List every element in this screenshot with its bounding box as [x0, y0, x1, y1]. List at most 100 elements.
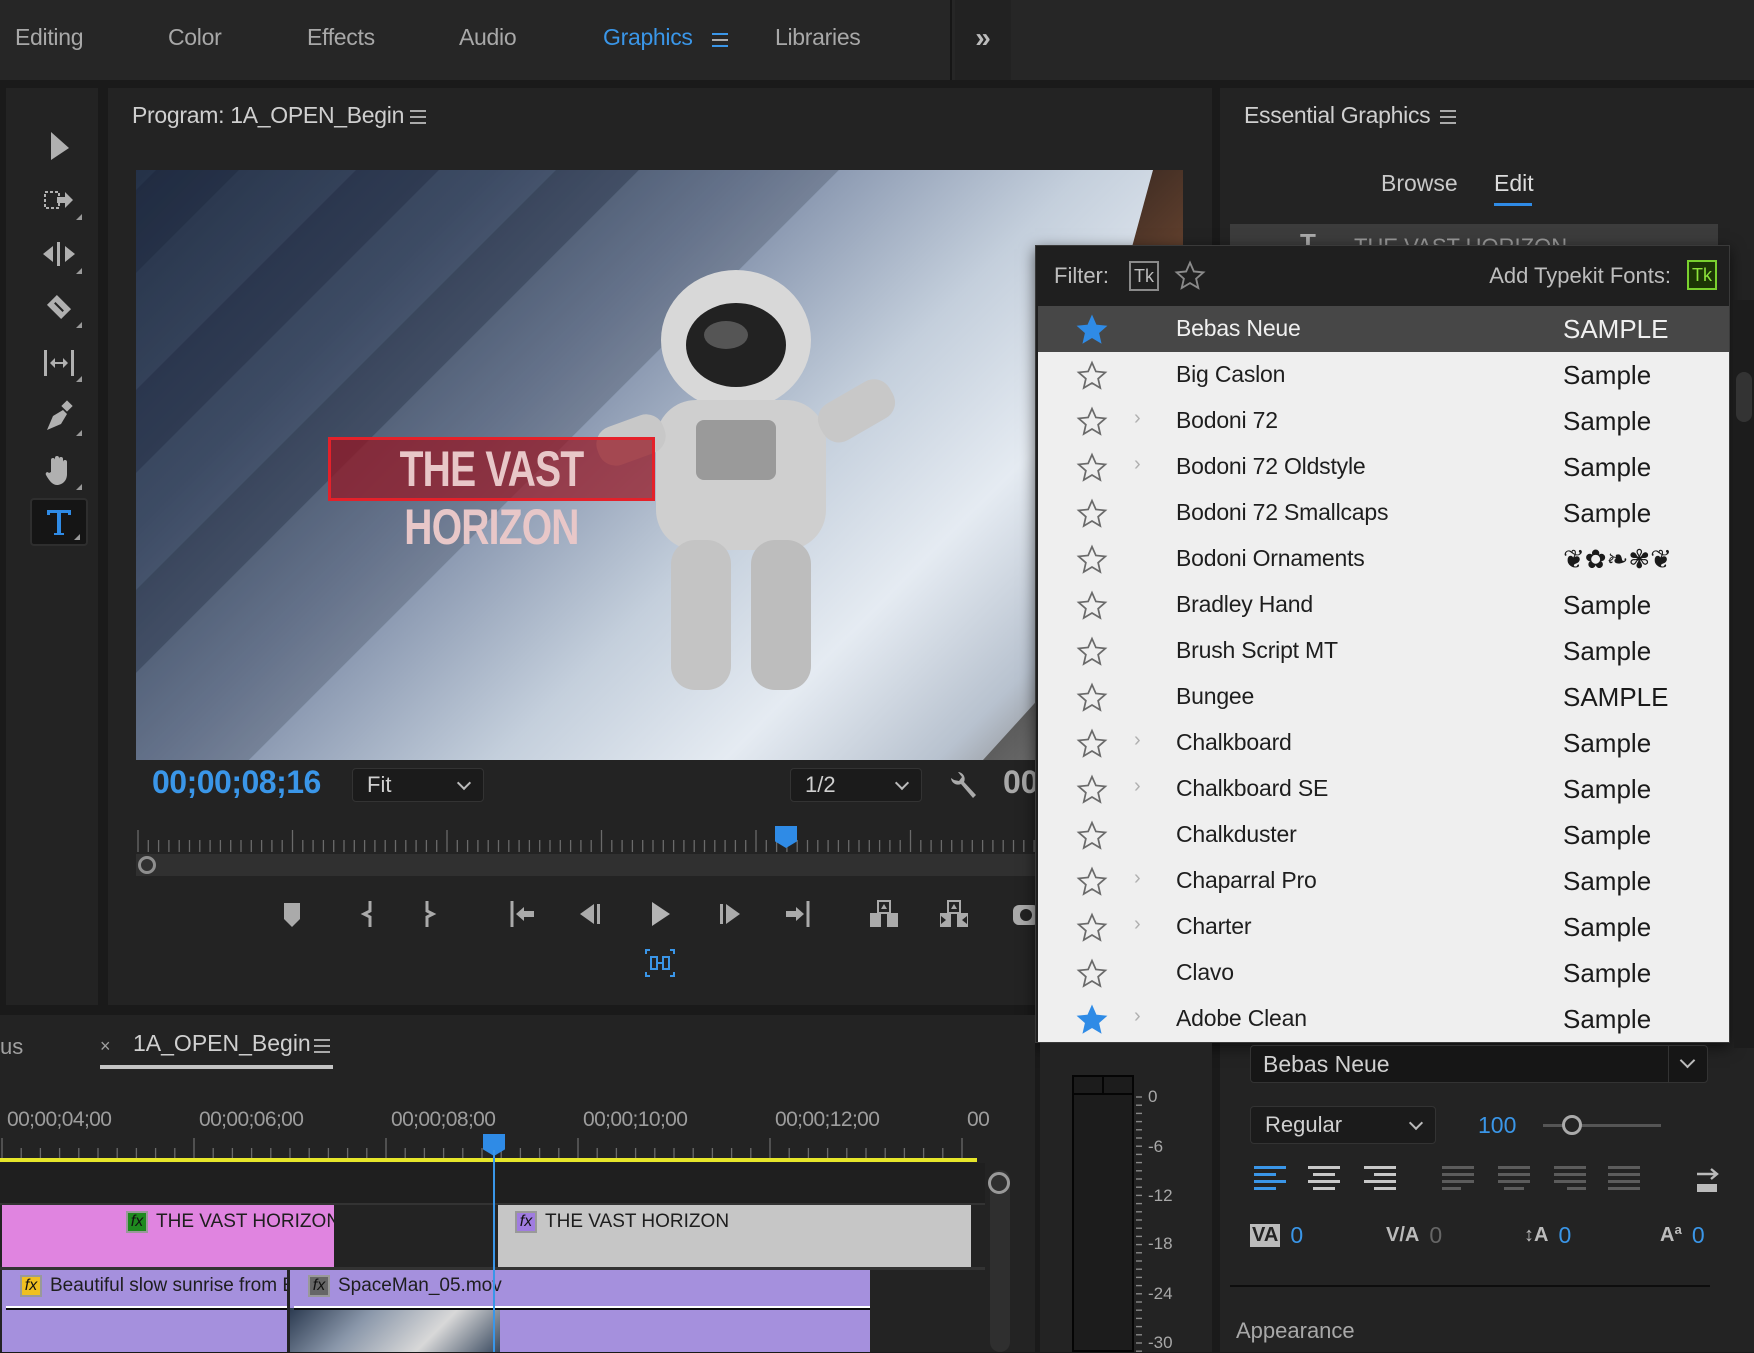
- font-style-select[interactable]: Regular: [1250, 1106, 1436, 1144]
- timeline-clip[interactable]: fx THE VAST HORIZON: [498, 1205, 971, 1267]
- monitor-zoom-scrollbar[interactable]: [136, 854, 1036, 876]
- font-list-item[interactable]: Bebas Neue SAMPLE: [1038, 306, 1729, 352]
- workspace-tab-editing[interactable]: Editing: [15, 24, 84, 51]
- workspace-tab-libraries[interactable]: Libraries: [775, 24, 861, 51]
- baseline-shift-field[interactable]: Aª 0: [1660, 1222, 1705, 1249]
- type-tool[interactable]: [30, 498, 88, 546]
- tracking-field[interactable]: V/A 0: [1386, 1222, 1442, 1249]
- wrench-icon[interactable]: [945, 770, 979, 804]
- program-menu-icon[interactable]: [410, 110, 426, 124]
- font-list-item[interactable]: Brush Script MT Sample: [1038, 628, 1729, 674]
- font-list-item[interactable]: › Bodoni 72 Sample: [1038, 398, 1729, 444]
- graphics-menu-icon[interactable]: [712, 33, 728, 47]
- hand-tool[interactable]: [30, 446, 88, 494]
- font-list-item[interactable]: › Chalkboard Sample: [1038, 720, 1729, 766]
- expand-chevron-icon[interactable]: ›: [1134, 913, 1141, 936]
- scrollbar-handle[interactable]: [988, 1172, 1010, 1194]
- slip-tool[interactable]: [30, 338, 88, 386]
- kerning-field[interactable]: VA 0: [1250, 1222, 1303, 1249]
- workspace-tab-audio[interactable]: Audio: [459, 24, 517, 51]
- font-family-select[interactable]: Bebas Neue: [1250, 1045, 1708, 1083]
- favorite-star-icon[interactable]: [1076, 590, 1108, 622]
- timeline-clip[interactable]: fx Beautiful slow sunrise from E: [2, 1270, 287, 1352]
- mark-out-button[interactable]: [410, 896, 450, 932]
- chevron-down-icon[interactable]: [1668, 1045, 1708, 1083]
- font-size-value[interactable]: 100: [1478, 1112, 1516, 1139]
- opacity-line[interactable]: [294, 1306, 870, 1310]
- work-area-bar[interactable]: [0, 1158, 977, 1162]
- font-list-item[interactable]: › Chalkboard SE Sample: [1038, 766, 1729, 812]
- expand-chevron-icon[interactable]: ›: [1134, 453, 1141, 476]
- tab-ruler-icon[interactable]: [1695, 1166, 1721, 1196]
- leading-field[interactable]: ↕A 0: [1524, 1222, 1571, 1249]
- justify-left-button[interactable]: [1442, 1166, 1474, 1194]
- opacity-line[interactable]: [6, 1306, 287, 1310]
- program-video-frame[interactable]: THE VAST HORIZON: [136, 170, 1183, 760]
- go-to-in-button[interactable]: [502, 896, 542, 932]
- playback-resolution-select[interactable]: 1/2: [790, 768, 922, 802]
- play-button[interactable]: [640, 896, 680, 932]
- timeline-vertical-scrollbar[interactable]: [990, 1170, 1010, 1352]
- favorite-star-icon[interactable]: [1076, 774, 1108, 806]
- font-size-slider[interactable]: [1543, 1124, 1661, 1127]
- expand-chevron-icon[interactable]: ›: [1134, 407, 1141, 430]
- font-list-item[interactable]: › Adobe Clean Sample: [1038, 996, 1729, 1042]
- justify-right-button[interactable]: [1554, 1166, 1586, 1194]
- pen-tool[interactable]: [30, 392, 88, 440]
- font-list-item[interactable]: Bungee SAMPLE: [1038, 674, 1729, 720]
- favorite-star-icon[interactable]: [1076, 544, 1108, 576]
- filter-favorites-star-icon[interactable]: [1174, 260, 1206, 292]
- font-list-item[interactable]: Clavo Sample: [1038, 950, 1729, 996]
- align-right-button[interactable]: [1364, 1166, 1396, 1194]
- playhead-timecode[interactable]: 00;00;08;16: [152, 764, 321, 801]
- razor-tool[interactable]: [30, 284, 88, 332]
- justify-all-button[interactable]: [1608, 1166, 1640, 1194]
- tab-edit[interactable]: Edit: [1494, 170, 1534, 197]
- workspace-tab-color[interactable]: Color: [168, 24, 222, 51]
- favorite-star-icon[interactable]: [1076, 406, 1108, 438]
- favorite-star-icon[interactable]: [1076, 728, 1108, 760]
- font-list-scroll-thumb[interactable]: [1736, 372, 1752, 422]
- favorite-star-icon[interactable]: [1076, 912, 1108, 944]
- add-marker-button[interactable]: [272, 896, 312, 932]
- more-workspaces-icon[interactable]: »: [955, 0, 1011, 80]
- favorite-star-icon[interactable]: [1076, 866, 1108, 898]
- tab-browse[interactable]: Browse: [1381, 170, 1458, 197]
- timeline-menu-icon[interactable]: [314, 1039, 330, 1053]
- expand-chevron-icon[interactable]: ›: [1134, 775, 1141, 798]
- timeline-tab-active[interactable]: 1A_OPEN_Begin: [133, 1030, 311, 1057]
- timeline-playhead-line[interactable]: [493, 1150, 495, 1352]
- font-list-item[interactable]: Chalkduster Sample: [1038, 812, 1729, 858]
- selection-tool[interactable]: [30, 122, 88, 170]
- insert-button[interactable]: [864, 896, 904, 932]
- workspace-tab-graphics[interactable]: Graphics: [603, 24, 693, 51]
- safe-margins-button[interactable]: [640, 945, 680, 981]
- overwrite-button[interactable]: [934, 896, 974, 932]
- ripple-edit-tool[interactable]: [30, 230, 88, 278]
- justify-center-button[interactable]: [1498, 1166, 1530, 1194]
- favorite-star-icon[interactable]: [1076, 498, 1108, 530]
- favorite-star-icon[interactable]: [1076, 636, 1108, 668]
- timeline-clip[interactable]: fx THE VAST HORIZON: [2, 1205, 334, 1267]
- favorite-star-icon[interactable]: [1076, 820, 1108, 852]
- go-to-out-button[interactable]: [778, 896, 818, 932]
- monitor-time-ruler[interactable]: [136, 826, 1036, 852]
- step-back-button[interactable]: [570, 896, 610, 932]
- baseline-shift-value[interactable]: 0: [1692, 1222, 1705, 1249]
- timeline-clip[interactable]: fx SpaceMan_05.mov: [290, 1270, 870, 1352]
- track-select-tool[interactable]: [30, 176, 88, 224]
- essential-graphics-menu-icon[interactable]: [1440, 110, 1456, 124]
- title-overlay-box[interactable]: THE VAST HORIZON: [328, 437, 655, 555]
- mark-in-button[interactable]: [347, 896, 387, 932]
- appearance-section-header[interactable]: Appearance: [1236, 1318, 1355, 1344]
- filter-typekit-toggle[interactable]: Tk: [1129, 261, 1159, 291]
- favorite-star-icon[interactable]: [1076, 1004, 1108, 1036]
- workspace-tab-effects[interactable]: Effects: [307, 24, 375, 51]
- expand-chevron-icon[interactable]: ›: [1134, 867, 1141, 890]
- font-list-item[interactable]: › Chaparral Pro Sample: [1038, 858, 1729, 904]
- align-center-button[interactable]: [1308, 1166, 1340, 1194]
- timeline-tab-previous[interactable]: us: [0, 1034, 23, 1060]
- font-list-item[interactable]: › Bodoni 72 Oldstyle Sample: [1038, 444, 1729, 490]
- favorite-star-icon[interactable]: [1076, 682, 1108, 714]
- align-left-button[interactable]: [1254, 1166, 1286, 1194]
